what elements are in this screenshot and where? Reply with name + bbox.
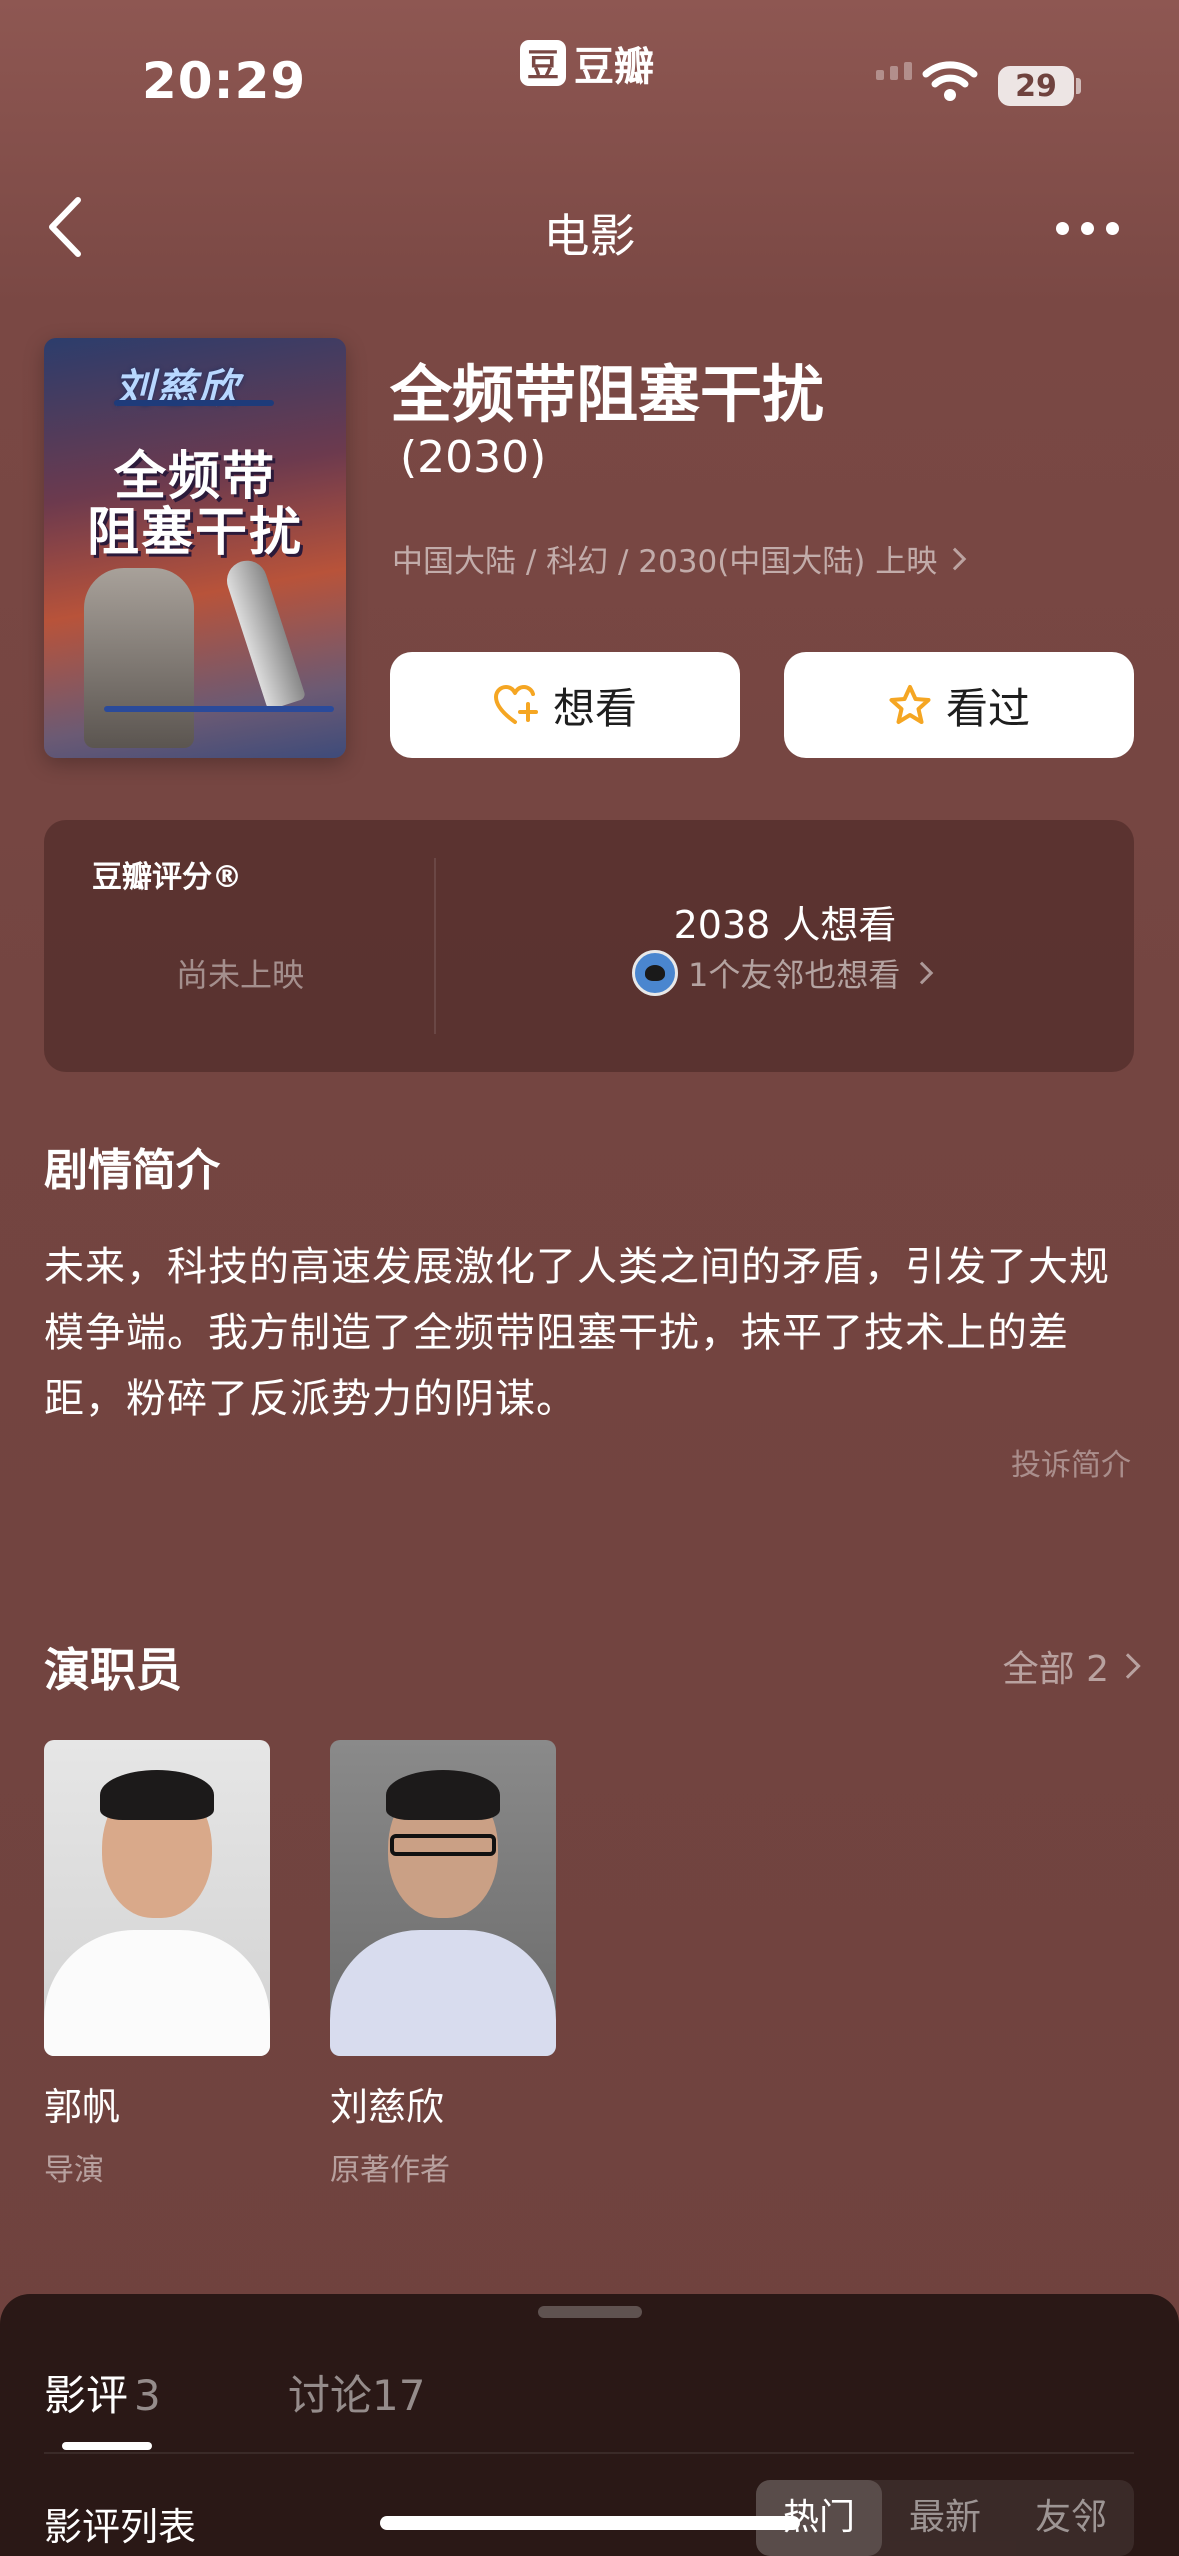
cast-all-label: 全部 2 xyxy=(1002,1649,1109,1690)
cast-card[interactable]: 刘慈欣 原著作者 xyxy=(330,1740,556,2189)
home-indicator[interactable] xyxy=(380,2516,800,2530)
sort-option-friends[interactable]: 友邻 xyxy=(1008,2480,1134,2556)
poster-series-banner xyxy=(114,400,274,406)
cast-heading: 演职员 xyxy=(44,1643,182,1697)
more-dot xyxy=(1081,222,1094,235)
sort-option-latest[interactable]: 最新 xyxy=(882,2480,1008,2556)
poster-footer-banner xyxy=(104,706,334,712)
chevron-right-icon xyxy=(1115,1653,1141,1679)
douban-logo-icon: 豆 xyxy=(520,40,566,86)
battery-indicator: 29 xyxy=(998,66,1074,106)
poster-title-line2: 阻塞干扰 xyxy=(86,503,303,563)
status-time: 20:29 xyxy=(142,52,307,110)
douban-rating-label: 豆瓣评分® xyxy=(92,860,242,895)
cast-card[interactable]: 郭帆 导演 xyxy=(44,1740,270,2189)
movie-year: (2030) xyxy=(400,432,547,483)
watched-button[interactable]: 看过 xyxy=(784,652,1134,758)
want-to-watch-button[interactable]: 想看 xyxy=(390,652,740,758)
cast-name: 郭帆 xyxy=(44,2085,121,2129)
friend-avatar xyxy=(632,950,678,996)
want-label: 想看 xyxy=(552,683,637,733)
cast-photo xyxy=(44,1740,270,2056)
sort-segmented-control: 热门 最新 友邻 xyxy=(756,2480,1134,2556)
report-synopsis-link[interactable]: 投诉简介 xyxy=(1011,1440,1131,1484)
sheet-divider xyxy=(44,2452,1134,2454)
tab-label: 影评 xyxy=(44,2371,129,2420)
battery-tip xyxy=(1076,78,1081,94)
rating-status: 尚未上映 xyxy=(175,956,304,994)
bird-icon xyxy=(645,965,665,981)
cellular-signal-icon xyxy=(876,62,912,80)
movie-meta-link[interactable]: 中国大陆 / 科幻 / 2030(中国大陆) 上映 xyxy=(392,536,967,581)
poster-astronaut xyxy=(84,568,194,748)
sheet-grabber-handle[interactable] xyxy=(538,2306,642,2318)
star-icon xyxy=(889,685,931,724)
heart-plus-icon xyxy=(493,685,538,724)
synopsis-text: 未来，科技的高速发展激化了人类之间的矛盾，引发了大规模争端。我方制造了全频带阻塞… xyxy=(44,1244,1110,1422)
want-count: 2038 人想看 xyxy=(673,903,897,947)
wifi-icon xyxy=(922,60,978,106)
tab-reviews[interactable]: 影评 3 xyxy=(44,2362,161,2423)
movie-meta: 中国大陆 / 科幻 / 2030(中国大陆) 上映 xyxy=(392,544,938,580)
friends-want-link[interactable]: 1个友邻也想看 xyxy=(632,950,934,996)
movie-poster[interactable]: 刘慈欣 全频带 阻塞干扰 xyxy=(44,338,346,758)
app-indicator: 豆 豆瓣 xyxy=(520,34,654,92)
cast-name: 刘慈欣 xyxy=(330,2085,445,2129)
tab-label: 讨论 xyxy=(288,2371,373,2420)
seen-label: 看过 xyxy=(945,683,1030,733)
more-dot xyxy=(1106,222,1119,235)
cast-all-link[interactable]: 全部 2 xyxy=(1002,1640,1141,1692)
more-button[interactable] xyxy=(1056,222,1119,235)
friends-want-text: 1个友邻也想看 xyxy=(688,956,901,994)
chevron-right-icon xyxy=(943,547,967,570)
app-name: 豆瓣 xyxy=(574,44,654,90)
poster-rocket xyxy=(221,555,307,711)
tab-count: 17 xyxy=(372,2371,426,2420)
review-list-label: 影评列表 xyxy=(44,2505,197,2549)
cast-role: 导演 xyxy=(44,2153,104,2188)
cast-role: 原著作者 xyxy=(330,2153,450,2188)
more-dot xyxy=(1056,222,1069,235)
tab-discussions[interactable]: 讨论17 xyxy=(288,2362,425,2423)
tab-count: 3 xyxy=(134,2371,161,2420)
active-tab-indicator xyxy=(62,2442,152,2450)
synopsis-heading: 剧情简介 xyxy=(44,1145,220,1196)
page-title: 电影 xyxy=(543,209,636,263)
movie-title: 全频带阻塞干扰 xyxy=(390,358,825,431)
cast-photo xyxy=(330,1740,556,2056)
chevron-right-icon xyxy=(911,961,934,985)
